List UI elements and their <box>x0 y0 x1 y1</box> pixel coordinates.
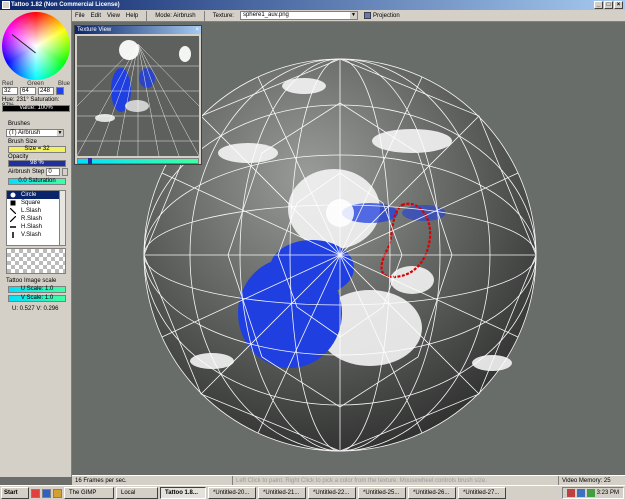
uv-readout: U: 0.527 V: 0.296 <box>12 306 59 312</box>
taskbar-item[interactable]: *Untitled-27... <box>458 487 506 499</box>
shape-list-scrollbar[interactable] <box>59 191 65 245</box>
projection-label: Projection <box>372 13 400 20</box>
taskbar-item[interactable]: Tattoo 1.8... <box>160 487 206 499</box>
taskbar: Start The GIMP Local Tattoo 1.8... *Unti… <box>0 485 625 500</box>
brush-shape-list: Circle Square L.Slash R.Slash H.Slash V.… <box>6 190 66 246</box>
taskbar-item[interactable]: *Untitled-20... <box>208 487 256 499</box>
airbrush-step-label: Airbrush Step <box>8 169 45 175</box>
taskbar-item[interactable]: *Untitled-21... <box>258 487 306 499</box>
list-item[interactable]: Circle <box>7 191 65 199</box>
value-slider[interactable]: Value: 100% <box>2 105 70 112</box>
blue-input[interactable]: 248 <box>38 87 54 95</box>
color-swatch <box>56 87 64 95</box>
texture-view-window[interactable]: Texture View × <box>74 25 202 165</box>
airbrush-step-input[interactable]: 0 <box>46 168 61 176</box>
system-tray: 3:23 PM <box>561 487 624 499</box>
red-input[interactable]: 32 <box>2 87 18 95</box>
list-item[interactable]: L.Slash <box>7 207 65 215</box>
sphere-pole-highlight <box>326 199 354 227</box>
texture-label: Texture: <box>212 12 234 19</box>
tray-icon[interactable] <box>566 489 575 497</box>
chevron-down-icon[interactable]: ▼ <box>57 130 63 136</box>
minimize-button[interactable]: _ <box>594 1 603 9</box>
right-slash-icon <box>9 215 17 223</box>
texture-zoom-slider[interactable] <box>77 158 199 164</box>
list-item[interactable]: Square <box>7 199 65 207</box>
quicklaunch-icon[interactable] <box>31 488 40 498</box>
menu-separator <box>146 10 148 21</box>
list-item[interactable]: V.Slash <box>7 231 65 239</box>
wireframe <box>143 58 537 452</box>
u-scale-slider[interactable]: U Scale: 1.0 <box>8 286 66 293</box>
brush-preview <box>6 248 66 274</box>
left-slash-icon <box>9 207 17 215</box>
brush-selected: (T) Airbrush <box>9 130 41 136</box>
vertical-slash-icon <box>10 232 16 238</box>
brush-select[interactable]: (T) Airbrush ▼ <box>6 129 64 137</box>
circle-icon <box>10 192 16 198</box>
menu-view[interactable]: View <box>107 13 120 19</box>
texture-file: sphere1_auv.png <box>242 12 289 18</box>
projection-toggle[interactable]: Projection <box>363 11 400 20</box>
texture-view-title: Texture View <box>77 27 112 33</box>
square-icon <box>10 200 16 206</box>
close-button[interactable]: × <box>614 1 623 9</box>
close-icon[interactable]: × <box>195 26 199 34</box>
tray-icon[interactable] <box>576 489 585 497</box>
clock: 3:23 PM <box>596 490 619 496</box>
quicklaunch-icon[interactable] <box>53 488 62 498</box>
menu-file[interactable]: File <box>75 13 85 19</box>
brush-size-label: Brush Size <box>8 139 38 145</box>
title-bar: Tattoo 1.82 (Non Commercial License) _ □… <box>0 0 625 10</box>
taskbar-item[interactable]: Local <box>116 487 158 499</box>
texture-select[interactable]: sphere1_auv.png ▼ <box>239 11 358 20</box>
image-scale-label: Tattoo Image scale <box>6 278 57 284</box>
v-scale-slider[interactable]: V Scale: 1.0 <box>8 295 66 302</box>
list-item[interactable]: H.Slash <box>7 223 65 231</box>
brushes-label: Brushes <box>8 121 31 127</box>
tray-icon[interactable] <box>586 489 595 497</box>
brush-size-slider[interactable]: Size = 32 <box>8 146 66 153</box>
status-bar: 16 Frames per sec. Left Click to paint. … <box>72 475 625 494</box>
airbrush-step-stepper[interactable] <box>62 168 69 176</box>
taskbar-item[interactable]: The GIMP <box>64 487 114 499</box>
hue-indicator-line <box>11 34 36 54</box>
maximize-button[interactable]: □ <box>604 1 613 9</box>
window-title: Tattoo 1.82 (Non Commercial License) <box>11 2 120 8</box>
menu-help[interactable]: Help <box>126 13 138 19</box>
chevron-down-icon[interactable]: ▼ <box>349 12 357 19</box>
green-input[interactable]: 64 <box>20 87 36 95</box>
taskbar-item[interactable]: *Untitled-25... <box>358 487 406 499</box>
airbrush-step-slider[interactable]: 0.0 Saturation <box>8 178 66 185</box>
mode-indicator: Mode: Airbrush <box>155 12 196 19</box>
menu-separator <box>203 10 205 21</box>
projection-checkbox[interactable] <box>363 11 371 19</box>
opacity-slider[interactable]: 98 % <box>8 160 66 167</box>
taskbar-item[interactable]: *Untitled-26... <box>408 487 456 499</box>
quicklaunch-icon[interactable] <box>42 488 51 498</box>
texture-view-titlebar[interactable]: Texture View × <box>75 26 201 34</box>
horizontal-slash-icon <box>10 224 16 230</box>
color-wheel[interactable] <box>2 12 70 80</box>
menu-bar: File Edit View Help Mode: Airbrush Textu… <box>72 10 625 22</box>
list-item[interactable]: R.Slash <box>7 215 65 223</box>
texture-map[interactable] <box>77 36 199 156</box>
menu-edit[interactable]: Edit <box>91 13 101 19</box>
app-icon <box>2 1 10 9</box>
tool-panel: Red Green Blue 32 64 248 Hue: 231° Satur… <box>0 10 72 477</box>
taskbar-item[interactable]: *Untitled-22... <box>308 487 356 499</box>
texture-preview[interactable] <box>77 36 199 156</box>
start-button[interactable]: Start <box>1 487 29 499</box>
slider-knob[interactable] <box>88 158 92 164</box>
